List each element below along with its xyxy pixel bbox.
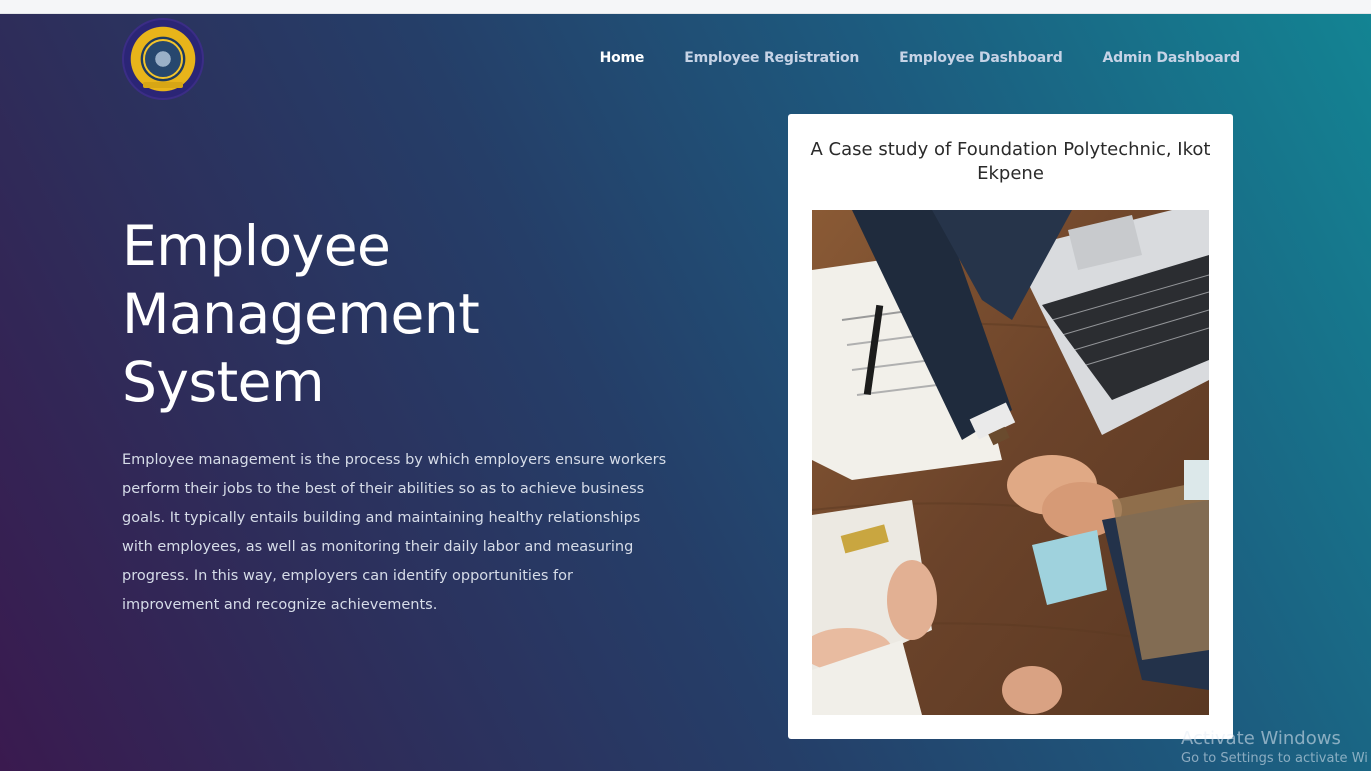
nav-admin-dashboard-link[interactable]: Admin Dashboard [1103,50,1241,70]
institution-logo[interactable] [122,18,204,100]
crest-icon [143,39,183,79]
browser-top-strip [0,0,1371,14]
watermark-line2: Go to Settings to activate Wi [1181,751,1368,766]
case-study-card: A Case study of Foundation Polytechnic, … [788,114,1233,739]
activate-windows-watermark: Activate Windows Go to Settings to activ… [1181,728,1371,768]
main-nav: Home Employee Registration Employee Dash… [600,50,1241,70]
handshake-image [812,210,1209,715]
case-study-title: A Case study of Foundation Polytechnic, … [810,139,1211,184]
hero-section: Home Employee Registration Employee Dash… [0,14,1371,771]
hero-title-line2: Management [122,282,480,346]
nav-employee-dashboard-link[interactable]: Employee Dashboard [899,50,1063,70]
nav-employee-registration-link[interactable]: Employee Registration [684,50,859,70]
watermark-line1: Activate Windows [1181,728,1341,749]
handshake-illustration [812,210,1209,715]
nav-home-link[interactable]: Home [600,50,645,70]
hero-description: Employee management is the process by wh… [122,452,667,613]
logo-banner [143,82,183,88]
hero-title: Employee Management System [122,212,622,416]
hero-title-line1: Employee [122,214,391,278]
hero-title-line3: System [122,350,325,414]
